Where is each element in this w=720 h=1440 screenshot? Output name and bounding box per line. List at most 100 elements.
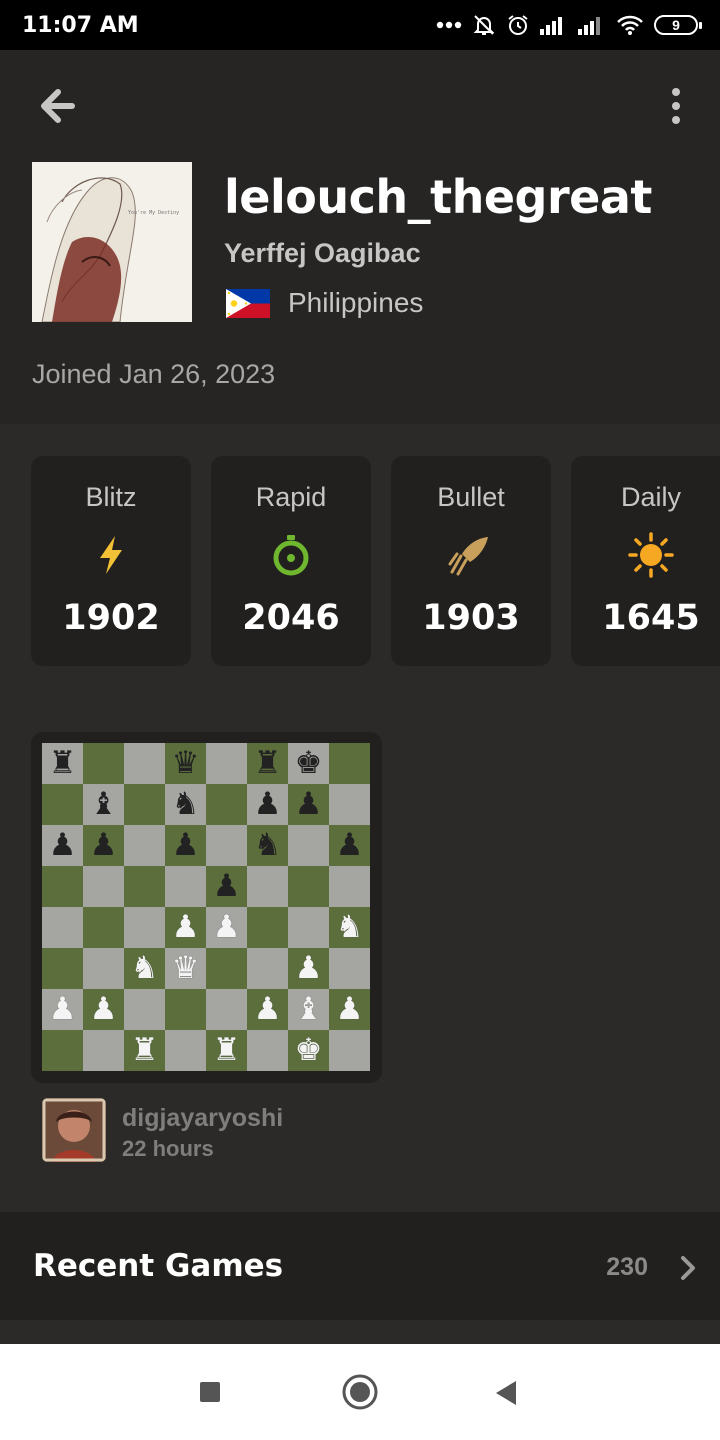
home-circle-icon[interactable] xyxy=(342,1374,378,1410)
rating-label: Rapid xyxy=(255,482,327,512)
board-square[interactable] xyxy=(206,743,247,784)
board-square[interactable]: ♟ xyxy=(329,825,370,866)
board-square[interactable] xyxy=(288,866,329,907)
board-square[interactable] xyxy=(247,1030,288,1071)
board-square[interactable] xyxy=(288,825,329,866)
more-vertical-icon[interactable] xyxy=(664,86,688,126)
board-square[interactable] xyxy=(124,784,165,825)
board-square[interactable] xyxy=(329,866,370,907)
board-square[interactable]: ♟ xyxy=(165,825,206,866)
black-pawn-icon: ♟ xyxy=(171,827,200,863)
board-square[interactable] xyxy=(42,784,83,825)
lightning-icon xyxy=(100,536,122,574)
chevron-right-icon[interactable] xyxy=(676,1254,700,1282)
board-square[interactable] xyxy=(42,1030,83,1071)
board-square[interactable] xyxy=(247,866,288,907)
board-square[interactable] xyxy=(83,948,124,989)
username: lelouch_thegreat xyxy=(224,170,652,224)
board-square[interactable] xyxy=(329,948,370,989)
board-square[interactable]: ♞ xyxy=(247,825,288,866)
black-pawn-icon: ♟ xyxy=(48,827,77,863)
board-square[interactable] xyxy=(165,989,206,1030)
white-pawn-icon: ♟ xyxy=(212,909,241,945)
board-square[interactable]: ♞ xyxy=(165,784,206,825)
board-square[interactable] xyxy=(206,825,247,866)
board-square[interactable]: ♛ xyxy=(165,743,206,784)
battery-icon: 9 xyxy=(654,15,702,35)
recent-games-title[interactable]: Recent Games xyxy=(33,1248,283,1284)
black-pawn-icon: ♟ xyxy=(212,868,241,904)
profile-avatar[interactable]: You're My Destiny xyxy=(32,162,192,322)
board-square[interactable]: ♟ xyxy=(329,989,370,1030)
board-square[interactable]: ♞ xyxy=(329,907,370,948)
board-square[interactable] xyxy=(83,1030,124,1071)
board-square[interactable] xyxy=(247,907,288,948)
rating-value: 2046 xyxy=(242,598,340,638)
black-rook-icon: ♜ xyxy=(48,745,77,781)
board-square[interactable] xyxy=(42,866,83,907)
chess-board[interactable]: ♜ ♛ ♜ ♚ ♝ ♞ ♟ ♟ ♟ ♟ ♟ ♞ ♟ ♟ ♟ ♟ ♞ ♞ ♛ ♟ ♟ ♟ ♟ ♝ ♟ ♜ ♜ ♚ xyxy=(42,743,370,1071)
board-square[interactable]: ♟ xyxy=(83,989,124,1030)
status-time: 11:07 AM xyxy=(22,12,139,38)
board-square[interactable]: ♜ xyxy=(206,1030,247,1071)
opponent-avatar[interactable] xyxy=(42,1098,106,1162)
white-pawn-icon: ♟ xyxy=(294,950,323,986)
rating-card-daily[interactable]: Daily 1645 xyxy=(571,456,720,666)
rating-card-blitz[interactable]: Blitz 1902 xyxy=(31,456,191,666)
black-pawn-icon: ♟ xyxy=(253,786,282,822)
joined-date: Joined Jan 26, 2023 xyxy=(32,359,276,389)
rating-card-bullet[interactable]: Bullet 1903 xyxy=(391,456,551,666)
board-square[interactable]: ♝ xyxy=(83,784,124,825)
board-square[interactable]: ♟ xyxy=(247,784,288,825)
board-square[interactable]: ♟ xyxy=(288,948,329,989)
board-square[interactable] xyxy=(124,989,165,1030)
back-arrow-icon[interactable] xyxy=(36,86,76,126)
board-square[interactable] xyxy=(206,784,247,825)
board-square[interactable]: ♜ xyxy=(124,1030,165,1071)
board-square[interactable] xyxy=(124,825,165,866)
board-square[interactable]: ♚ xyxy=(288,743,329,784)
board-square[interactable] xyxy=(165,866,206,907)
black-queen-icon: ♛ xyxy=(171,745,200,781)
status-icons: 9 xyxy=(436,13,702,37)
back-triangle-icon[interactable] xyxy=(494,1380,518,1406)
board-square[interactable]: ♜ xyxy=(247,743,288,784)
country: Philippines xyxy=(288,287,424,318)
black-bishop-icon: ♝ xyxy=(89,786,118,822)
board-square[interactable]: ♞ xyxy=(124,948,165,989)
recents-square-icon[interactable] xyxy=(200,1382,220,1402)
board-square[interactable]: ♟ xyxy=(42,989,83,1030)
board-square[interactable] xyxy=(83,743,124,784)
board-square[interactable] xyxy=(206,948,247,989)
board-square[interactable]: ♟ xyxy=(83,825,124,866)
board-square[interactable]: ♛ xyxy=(165,948,206,989)
board-square[interactable] xyxy=(329,1030,370,1071)
board-square[interactable]: ♟ xyxy=(247,989,288,1030)
board-square[interactable]: ♟ xyxy=(42,825,83,866)
board-square[interactable] xyxy=(206,989,247,1030)
board-square[interactable] xyxy=(165,1030,206,1071)
board-square[interactable] xyxy=(247,948,288,989)
board-square[interactable] xyxy=(329,743,370,784)
board-square[interactable] xyxy=(124,866,165,907)
board-square[interactable]: ♝ xyxy=(288,989,329,1030)
board-square[interactable]: ♜ xyxy=(42,743,83,784)
opponent-name[interactable]: digjayaryoshi xyxy=(122,1104,283,1133)
board-square[interactable] xyxy=(124,907,165,948)
board-square[interactable] xyxy=(42,907,83,948)
rating-card-rapid[interactable]: Rapid 2046 xyxy=(211,456,371,666)
board-square[interactable]: ♚ xyxy=(288,1030,329,1071)
board-square[interactable] xyxy=(83,866,124,907)
black-pawn-icon: ♟ xyxy=(335,827,364,863)
board-square[interactable]: ♟ xyxy=(288,784,329,825)
board-square[interactable]: ♟ xyxy=(165,907,206,948)
board-square[interactable] xyxy=(42,948,83,989)
board-square[interactable] xyxy=(83,907,124,948)
white-bishop-icon: ♝ xyxy=(294,991,323,1027)
board-square[interactable] xyxy=(288,907,329,948)
board-square[interactable]: ♟ xyxy=(206,907,247,948)
black-pawn-icon: ♟ xyxy=(89,827,118,863)
board-square[interactable] xyxy=(124,743,165,784)
board-square[interactable] xyxy=(329,784,370,825)
board-square[interactable]: ♟ xyxy=(206,866,247,907)
